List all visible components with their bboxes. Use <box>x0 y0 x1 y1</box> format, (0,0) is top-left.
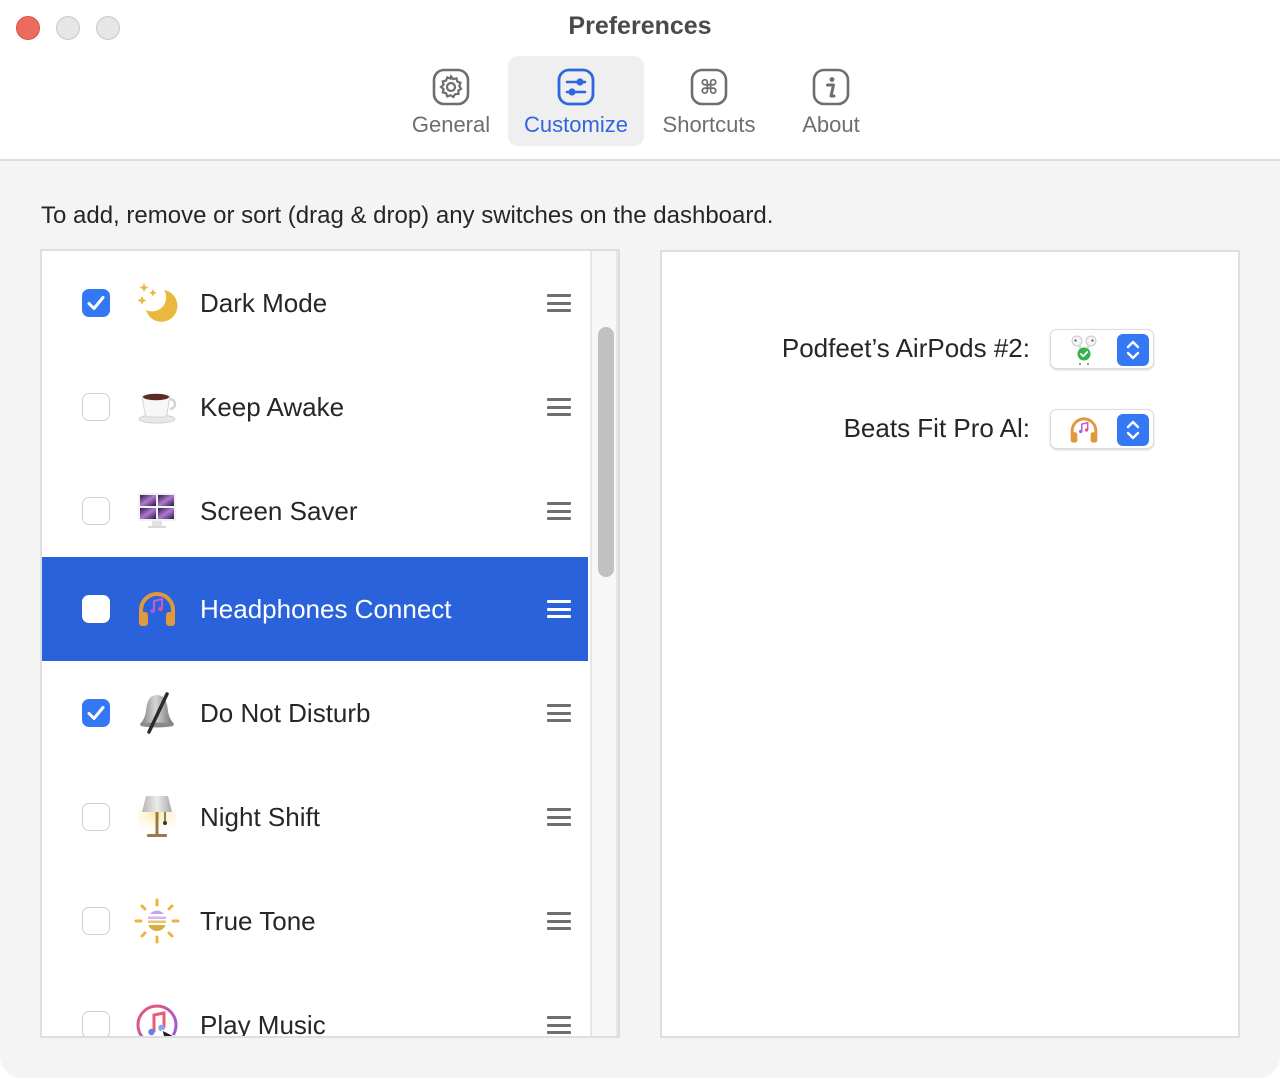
lamp-icon <box>134 794 180 840</box>
monitor-icon <box>134 488 180 534</box>
tab-about-label: About <box>802 112 860 137</box>
switch-label: Play Music <box>200 1009 326 1038</box>
preferences-window: Preferences General Customize ⌘ Shortcut… <box>0 0 1280 1078</box>
drag-handle-icon[interactable] <box>547 502 571 520</box>
device-row-airpods: Podfeet’s AirPods #2: <box>662 329 1238 371</box>
drag-handle-icon[interactable] <box>547 912 571 930</box>
svg-text:⌘: ⌘ <box>700 75 719 99</box>
device-icon-popup[interactable] <box>1050 409 1154 449</box>
switch-label: Screen Saver <box>200 495 358 526</box>
list-item-do-not-disturb[interactable]: Do Not Disturb <box>42 661 588 765</box>
tab-customize[interactable]: Customize <box>508 56 644 146</box>
switch-label: True Tone <box>200 905 316 936</box>
coffee-cup-icon <box>134 384 180 430</box>
list-item-dark-mode[interactable]: Dark Mode <box>42 251 588 355</box>
tab-general-label: General <box>411 112 491 137</box>
command-icon: ⌘ <box>690 68 728 106</box>
list-item-play-music[interactable]: Play Music <box>42 973 588 1038</box>
tab-about[interactable]: About <box>776 56 886 146</box>
tab-customize-label: Customize <box>524 112 628 137</box>
checkbox[interactable] <box>82 595 110 623</box>
list-item-headphones-connect[interactable]: Headphones Connect <box>42 557 588 661</box>
airpods-connected-icon <box>1071 335 1097 365</box>
drag-handle-icon[interactable] <box>547 294 571 312</box>
drag-handle-icon[interactable] <box>547 600 571 618</box>
scrollbar-thumb[interactable] <box>598 327 614 577</box>
drag-handle-icon[interactable] <box>547 808 571 826</box>
headphones-icon <box>1070 417 1098 443</box>
moon-stars-icon <box>134 280 180 326</box>
sun-icon <box>134 898 180 944</box>
device-icon-popup[interactable] <box>1050 329 1154 369</box>
gear-icon <box>432 68 470 106</box>
device-label: Beats Fit Pro Al: <box>843 413 1030 443</box>
checkbox[interactable] <box>82 1011 110 1036</box>
headphones-icon <box>134 586 180 632</box>
switch-list: Dark Mode Keep Awake Screen Saver Headph… <box>42 251 588 1038</box>
preference-tabs: General Customize ⌘ Shortcuts About <box>398 56 886 146</box>
checkbox[interactable] <box>82 497 110 525</box>
switch-label: Night Shift <box>200 801 320 832</box>
list-item-true-tone[interactable]: True Tone <box>42 869 588 973</box>
tab-shortcuts-label: Shortcuts <box>662 112 756 137</box>
bell-slash-icon <box>134 690 180 736</box>
checkmark-icon <box>87 706 105 720</box>
switch-label: Do Not Disturb <box>200 697 371 728</box>
drag-handle-icon[interactable] <box>547 704 571 722</box>
drag-handle-icon[interactable] <box>547 1016 571 1034</box>
checkbox[interactable] <box>82 699 110 727</box>
switch-label: Headphones Connect <box>200 593 452 624</box>
checkbox[interactable] <box>82 907 110 935</box>
list-item-keep-awake[interactable]: Keep Awake <box>42 355 588 459</box>
sliders-icon <box>557 68 595 106</box>
device-settings-panel: Podfeet’s AirPods #2: Beats Fit Pro Al: <box>660 250 1240 1038</box>
tab-shortcuts[interactable]: ⌘ Shortcuts <box>644 56 774 146</box>
checkbox[interactable] <box>82 289 110 317</box>
list-scrollbar[interactable] <box>590 251 618 1036</box>
switch-label: Dark Mode <box>200 287 328 318</box>
checkbox[interactable] <box>82 393 110 421</box>
checkmark-icon <box>87 296 105 310</box>
list-item-night-shift[interactable]: Night Shift <box>42 765 588 869</box>
switch-label: Keep Awake <box>200 391 345 422</box>
chevron-up-down-icon <box>1117 334 1149 366</box>
device-row-beats: Beats Fit Pro Al: <box>662 409 1238 451</box>
chevron-up-down-icon <box>1117 414 1149 446</box>
info-icon <box>812 68 850 106</box>
toolbar: Preferences General Customize ⌘ Shortcut… <box>0 0 1280 161</box>
checkbox[interactable] <box>82 803 110 831</box>
music-icon <box>134 1002 180 1036</box>
instruction-text: To add, remove or sort (drag & drop) any… <box>41 202 774 229</box>
tab-general[interactable]: General <box>398 56 504 146</box>
window-title: Preferences <box>568 12 712 40</box>
device-label: Podfeet’s AirPods #2: <box>781 333 1030 363</box>
drag-handle-icon[interactable] <box>547 398 571 416</box>
switch-list-panel: Dark Mode Keep Awake Screen Saver Headph… <box>40 249 620 1038</box>
list-item-screen-saver[interactable]: Screen Saver <box>42 459 588 563</box>
